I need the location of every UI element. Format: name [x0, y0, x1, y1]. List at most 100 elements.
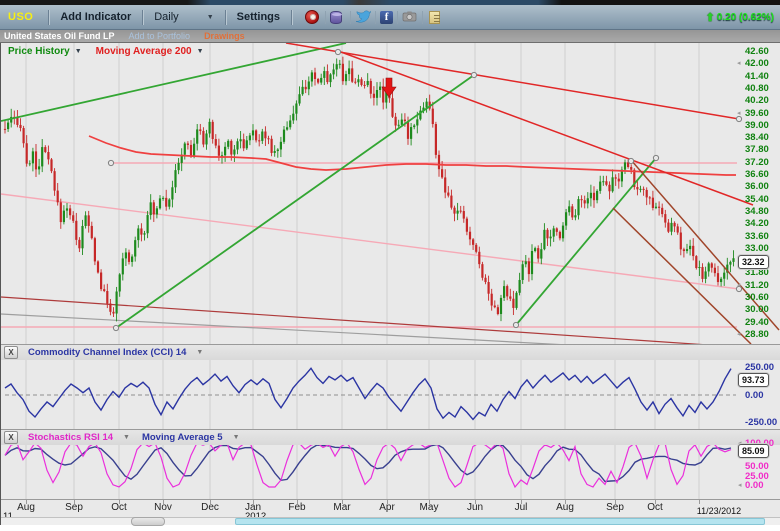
stoch-ma-line [5, 445, 731, 482]
cci-dropdown[interactable]: Commodity Channel Index (CCI) 14 ▼ [28, 347, 203, 358]
twitter-icon[interactable] [355, 10, 371, 25]
end-date-label: 11/23/2012 [697, 506, 741, 516]
toolbar-icons: f [305, 10, 443, 25]
price-chart-canvas[interactable] [1, 43, 780, 344]
camera-icon[interactable] [402, 10, 418, 25]
notes-icon[interactable] [427, 10, 443, 25]
price-axis-label: 33.00 [745, 243, 769, 254]
price-axis-label: 37.20 [745, 157, 769, 168]
symbol-subbar: United States Oil Fund LP Add to Portfol… [0, 30, 780, 43]
chevron-down-icon: ▼ [207, 14, 214, 21]
axis-marker-icon: ◂ [737, 281, 741, 289]
price-change: ⬆ 0.20 (0.62%) [706, 11, 774, 24]
month-label: Aug [17, 502, 35, 513]
price-axis-label: 36.60 [745, 169, 769, 180]
month-label: Mar [333, 502, 350, 513]
month-label: Oct [647, 502, 663, 513]
chart-area: Price History ▼ Moving Average 200 ▼ 42.… [0, 43, 780, 525]
axis-marker-icon: ◂ [737, 109, 741, 117]
month-label: Feb [288, 502, 305, 513]
month-label: Jul [515, 502, 528, 513]
price-axis-label: 34.80 [745, 206, 769, 217]
month-label: Nov [154, 502, 172, 513]
chart-scrollbar-track[interactable] [1, 517, 780, 525]
close-icon[interactable]: X [4, 431, 18, 444]
price-axis-label: 40.80 [745, 83, 769, 94]
month-label: Jun [467, 502, 483, 513]
month-label: May [420, 502, 439, 513]
symbol-full-name: United States Oil Fund LP [4, 31, 115, 41]
cci-panel-header: X Commodity Channel Index (CCI) 14 ▼ [1, 345, 780, 360]
stoch-dropdown[interactable]: Stochastics RSI 14 ▼ [28, 432, 130, 443]
chevron-down-icon: ▼ [197, 48, 204, 55]
price-axis-label: 34.20 [745, 218, 769, 229]
drawing-handle[interactable] [113, 325, 118, 330]
month-label: Oct [111, 502, 127, 513]
ma200-dropdown[interactable]: Moving Average 200 ▼ [96, 46, 204, 57]
drawing-handle[interactable] [335, 49, 340, 54]
price-axis-label: 41.40 [745, 71, 769, 82]
price-history-dropdown[interactable]: Price History ▼ [8, 46, 82, 57]
price-axis-label: 37.80 [745, 144, 769, 155]
axis-marker-icon: ◂ [738, 481, 742, 489]
month-label: Apr [379, 502, 395, 513]
price-axis-label: 42.00 [745, 58, 769, 69]
drawing-handle[interactable] [471, 72, 476, 77]
facebook-icon[interactable]: f [380, 11, 393, 24]
close-icon[interactable]: X [4, 346, 18, 359]
stoch-value-badge: 85.09 [738, 444, 769, 458]
cci-axis-label: 0.00 [745, 390, 764, 401]
stoch-panel-header: X Stochastics RSI 14 ▼ Moving Average 5 … [1, 430, 780, 445]
database-icon[interactable] [330, 10, 346, 25]
price-axis-label: 31.20 [745, 280, 769, 291]
price-axis-label: 33.60 [745, 231, 769, 242]
main-toolbar: USO Add Indicator Daily ▼ Settings f [0, 5, 780, 30]
drawing-handle[interactable] [653, 155, 658, 160]
stoch-ma-dropdown[interactable]: Moving Average 5 ▼ [130, 432, 240, 443]
cci-value-badge: 93.73 [738, 373, 769, 387]
price-axis-label: 39.00 [745, 120, 769, 131]
trendline[interactable] [341, 52, 753, 205]
price-axis-label: 42.60 [745, 46, 769, 57]
cci-axis-label: -250.00 [745, 417, 777, 428]
trendline[interactable] [516, 158, 656, 325]
cci-axis-label: 250.00 [745, 362, 774, 373]
stoch-rsi-line [5, 445, 731, 487]
add-indicator-button[interactable]: Add Indicator [56, 11, 135, 23]
drawing-handle[interactable] [108, 160, 113, 165]
up-arrow-icon: ⬆ [706, 11, 715, 24]
axis-tick [699, 500, 700, 504]
price-panel-header: Price History ▼ Moving Average 200 ▼ [8, 46, 204, 57]
price-axis-label: 39.60 [745, 108, 769, 119]
axis-marker-icon: ◂ [737, 59, 741, 67]
trendline[interactable] [286, 43, 739, 119]
scrollbar-handle[interactable] [131, 517, 165, 526]
axis-marker-icon: ◂ [737, 330, 741, 338]
month-label: Aug [556, 502, 574, 513]
drawings-link[interactable]: Drawings [204, 31, 245, 41]
drawing-handle[interactable] [628, 158, 633, 163]
month-label: Sep [65, 502, 83, 513]
price-axis-label: 29.40 [745, 317, 769, 328]
trendline[interactable] [1, 194, 739, 289]
stoch-axis-label: 0.00 [745, 480, 764, 491]
month-label: Sep [606, 502, 624, 513]
cci-line [5, 368, 731, 419]
settings-button[interactable]: Settings [233, 11, 284, 23]
drawing-handle[interactable] [736, 116, 741, 121]
add-to-portfolio-link[interactable]: Add to Portfolio [129, 31, 191, 41]
alerts-icon[interactable] [305, 10, 321, 25]
chevron-down-icon: ▼ [75, 48, 82, 55]
chart-scrollbar-thumb[interactable] [235, 518, 765, 525]
ticker-symbol: USO [8, 11, 33, 23]
price-axis-label: 35.40 [745, 194, 769, 205]
timeframe-dropdown[interactable]: Daily ▼ [150, 11, 217, 23]
chevron-down-icon: ▼ [196, 349, 203, 356]
price-axis-label: 30.60 [745, 292, 769, 303]
price-axis-label: 28.80 [745, 329, 769, 340]
drawing-handle[interactable] [513, 322, 518, 327]
stoch-chart-canvas[interactable] [1, 445, 780, 499]
last-price-badge: 32.32 [738, 255, 769, 269]
price-axis-label: 30.00 [745, 304, 769, 315]
cci-chart-canvas[interactable] [1, 360, 780, 429]
